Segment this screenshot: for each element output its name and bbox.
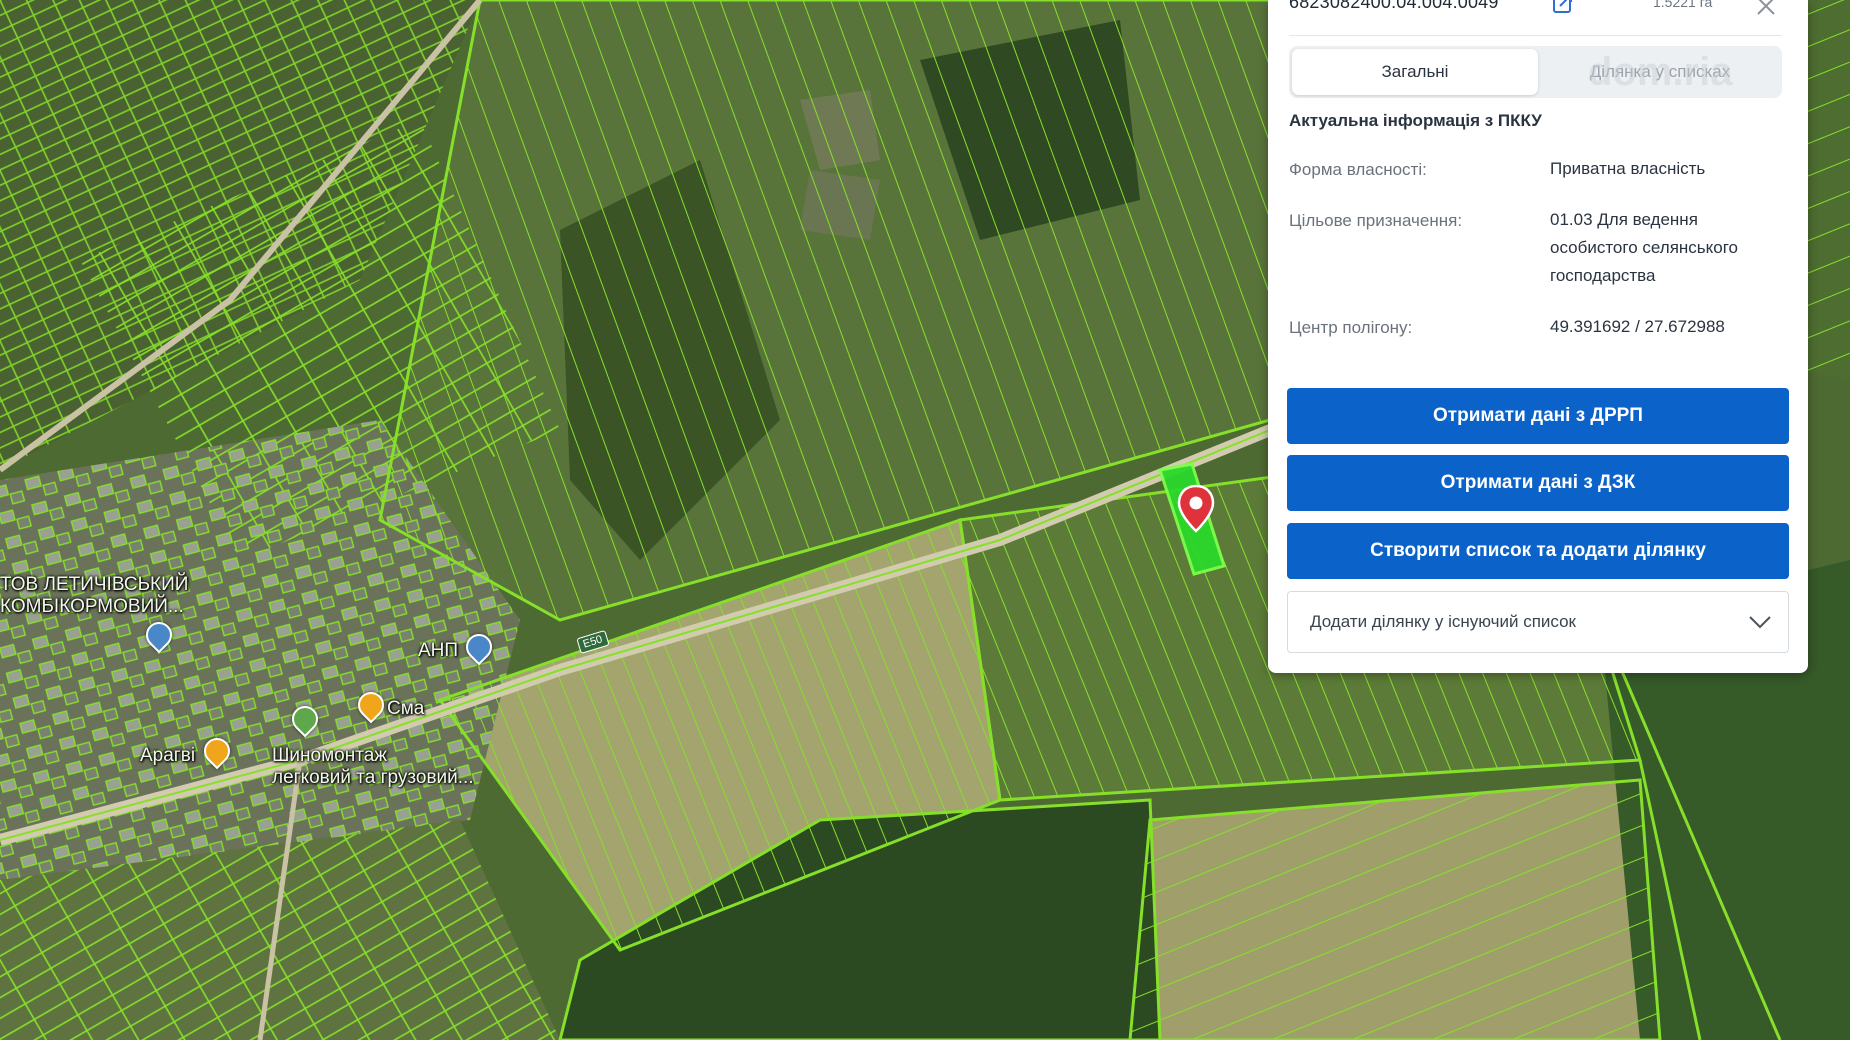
selected-parcel-marker-icon[interactable] bbox=[1176, 484, 1216, 534]
polygon-center-value: 49.391692 / 27.672988 bbox=[1550, 317, 1725, 336]
tire-service-label: Шиномонтаж легковий та грузовий... bbox=[272, 745, 474, 789]
add-to-existing-list-select[interactable]: Додати ділянку у існуючий список bbox=[1287, 591, 1789, 653]
purpose-label: Цільове призначення: bbox=[1289, 211, 1463, 230]
parcel-info-panel: 6823082400:04:004:0049 1.5221 га Загальн… bbox=[1268, 0, 1808, 673]
get-dzk-data-button[interactable]: Отримати дані з ДЗК bbox=[1287, 455, 1789, 511]
anp-label: АНП bbox=[418, 640, 459, 661]
parcel-area: 1.5221 га bbox=[1653, 0, 1713, 10]
ownership-value: Приватна власність bbox=[1550, 159, 1706, 178]
aragvi-label: Арагві bbox=[140, 745, 196, 766]
get-drrp-data-button[interactable]: Отримати дані з ДРРП bbox=[1287, 388, 1789, 444]
info-title: Актуальна інформація з ПККУ bbox=[1289, 111, 1542, 130]
tire-service-desc: легковий та грузовий... bbox=[272, 766, 474, 788]
sma-label: Сма bbox=[387, 698, 425, 719]
edit-icon[interactable] bbox=[1552, 0, 1574, 14]
close-icon[interactable] bbox=[1755, 0, 1777, 16]
chevron-down-icon bbox=[1749, 616, 1771, 629]
tab-general[interactable]: Загальні bbox=[1292, 49, 1538, 95]
ownership-label: Форма власності: bbox=[1289, 160, 1427, 179]
tire-service-name: Шиномонтаж bbox=[272, 745, 387, 766]
tab-bar: Загальні Ділянка у списках bbox=[1289, 46, 1782, 98]
company-label: ТОВ ЛЕТИЧІВСЬКИЙ КОМБІКОРМОВИЙ... bbox=[0, 574, 189, 617]
create-list-button[interactable]: Створити список та додати ділянку bbox=[1287, 523, 1789, 579]
cadastral-number[interactable]: 6823082400:04:004:0049 bbox=[1289, 0, 1499, 13]
polygon-center-label: Центр полігону: bbox=[1289, 318, 1413, 337]
header-divider bbox=[1289, 35, 1782, 36]
add-to-existing-list-label: Додати ділянку у існуючий список bbox=[1310, 612, 1576, 631]
purpose-value: 01.03 Для ведення особистого селянського… bbox=[1550, 210, 1739, 285]
tab-parcel-in-lists[interactable]: Ділянка у списках bbox=[1541, 49, 1779, 95]
